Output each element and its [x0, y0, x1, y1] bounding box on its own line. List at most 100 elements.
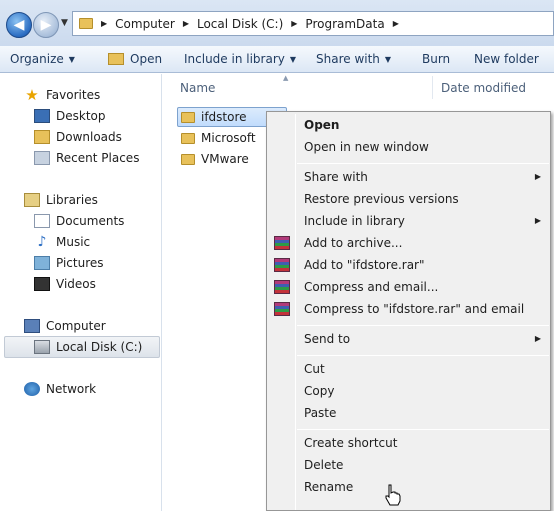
nav-label: Downloads	[56, 130, 122, 144]
organize-button[interactable]: Organize ▼	[0, 46, 98, 73]
share-label: Share with	[316, 52, 380, 66]
new-folder-button[interactable]: New folder	[464, 46, 554, 73]
folder-icon	[79, 18, 93, 29]
breadcrumb[interactable]: ▶ Computer ▶ Local Disk (C:) ▶ ProgramDa…	[72, 11, 554, 36]
network-icon	[24, 382, 40, 396]
history-dropdown-icon[interactable]: ▼	[61, 18, 68, 28]
share-with-button[interactable]: Share with ▼	[306, 46, 412, 73]
back-arrow-icon: ◀	[13, 17, 25, 33]
hand-cursor-icon	[385, 484, 401, 506]
nav-label: Recent Places	[56, 151, 140, 165]
nav-pictures[interactable]: Pictures	[34, 253, 104, 273]
nav-desktop[interactable]: Desktop	[34, 106, 106, 126]
menu-item-add-to-archive[interactable]: Add to archive...	[304, 236, 402, 250]
menu-item-send-to[interactable]: Send to	[304, 332, 350, 346]
nav-label: Computer	[46, 319, 106, 333]
crumb-arrow-icon[interactable]: ▶	[393, 19, 399, 28]
menu-item-cut[interactable]: Cut	[304, 362, 325, 376]
context-menu: Open Open in new window Share with ▶ Res…	[266, 111, 551, 511]
recent-places-icon	[34, 151, 50, 165]
address-bar-region: ◀ ▶ ▼ ▶ Computer ▶ Local Disk (C:) ▶ Pro…	[0, 0, 554, 46]
nav-label: Desktop	[56, 109, 106, 123]
file-name: VMware	[201, 152, 249, 166]
nav-recent-places[interactable]: Recent Places	[34, 148, 139, 168]
organize-label: Organize	[10, 52, 64, 66]
winrar-icon	[274, 302, 290, 316]
menu-item-share-with[interactable]: Share with	[304, 170, 368, 184]
open-button[interactable]: Open	[98, 46, 174, 73]
nav-label: Videos	[56, 277, 96, 291]
include-in-library-button[interactable]: Include in library ▼	[174, 46, 306, 73]
desktop-icon	[34, 109, 50, 123]
column-name-header[interactable]: Name	[180, 81, 215, 95]
nav-favorites[interactable]: ★ Favorites	[24, 85, 100, 105]
menu-item-open[interactable]: Open	[304, 118, 339, 132]
menu-item-copy[interactable]: Copy	[304, 384, 334, 398]
menu-item-rename[interactable]: Rename	[304, 480, 353, 494]
crumb-programdata[interactable]: ProgramData	[305, 17, 384, 31]
computer-icon	[24, 319, 40, 333]
folder-icon	[181, 153, 195, 165]
column-divider[interactable]	[432, 76, 433, 99]
menu-item-create-shortcut[interactable]: Create shortcut	[304, 436, 397, 450]
winrar-icon	[274, 280, 290, 294]
nav-label: Network	[46, 382, 97, 396]
include-label: Include in library	[184, 52, 285, 66]
pictures-icon	[34, 256, 50, 270]
nav-label: Libraries	[46, 193, 98, 207]
list-item[interactable]: ifdstore	[181, 107, 247, 127]
file-name: ifdstore	[201, 110, 247, 124]
nav-videos[interactable]: Videos	[34, 274, 96, 294]
libraries-icon	[24, 193, 40, 207]
submenu-arrow-icon: ▶	[534, 172, 541, 181]
nav-label: Music	[56, 235, 91, 249]
burn-button[interactable]: Burn	[412, 46, 464, 73]
nav-computer[interactable]: Computer	[24, 316, 106, 336]
nav-music[interactable]: ♪ Music	[34, 232, 91, 252]
menu-item-open-new-window[interactable]: Open in new window	[304, 140, 429, 154]
menu-separator	[297, 163, 549, 164]
menu-item-include-in-library[interactable]: Include in library	[304, 214, 405, 228]
nav-downloads[interactable]: Downloads	[34, 127, 122, 147]
documents-icon	[34, 214, 50, 228]
crumb-arrow-icon[interactable]: ▶	[291, 19, 297, 28]
open-folder-icon	[108, 53, 124, 65]
menu-item-add-to-rar[interactable]: Add to "ifdstore.rar"	[304, 258, 425, 272]
navigation-pane: ★ Favorites Desktop Downloads Recent Plac…	[0, 74, 162, 511]
menu-item-paste[interactable]: Paste	[304, 406, 336, 420]
new-folder-label: New folder	[474, 52, 539, 66]
dropdown-arrow-icon: ▼	[289, 54, 296, 64]
menu-gutter	[295, 114, 296, 510]
column-header-row: ▲ Name Date modified	[163, 74, 554, 101]
menu-item-delete[interactable]: Delete	[304, 458, 343, 472]
crumb-computer[interactable]: Computer	[115, 17, 175, 31]
crumb-local-disk[interactable]: Local Disk (C:)	[197, 17, 283, 31]
forward-arrow-icon: ▶	[40, 17, 52, 33]
folder-icon	[181, 111, 195, 123]
menu-item-compress-email[interactable]: Compress and email...	[304, 280, 438, 294]
nav-documents[interactable]: Documents	[34, 211, 124, 231]
menu-separator	[297, 429, 549, 430]
forward-button[interactable]: ▶	[33, 12, 59, 38]
nav-libraries[interactable]: Libraries	[24, 190, 98, 210]
nav-label: Favorites	[46, 88, 101, 102]
crumb-arrow-icon[interactable]: ▶	[183, 19, 189, 28]
nav-local-disk[interactable]: Local Disk (C:)	[34, 337, 142, 357]
folder-icon	[181, 132, 195, 144]
submenu-arrow-icon: ▶	[534, 334, 541, 343]
menu-item-compress-rar-email[interactable]: Compress to "ifdstore.rar" and email	[304, 302, 524, 316]
column-date-header[interactable]: Date modified	[441, 81, 526, 95]
menu-separator	[297, 355, 549, 356]
sort-indicator-icon: ▲	[283, 74, 289, 82]
list-item[interactable]: VMware	[181, 149, 249, 169]
command-bar: Organize ▼ Open Include in library ▼ Share…	[0, 46, 554, 73]
menu-separator	[297, 325, 549, 326]
downloads-folder-icon	[34, 130, 50, 144]
list-item[interactable]: Microsoft	[181, 128, 256, 148]
winrar-icon	[274, 236, 290, 250]
back-button[interactable]: ◀	[6, 12, 32, 38]
nav-label: Local Disk (C:)	[56, 340, 143, 354]
nav-network[interactable]: Network	[24, 379, 96, 399]
crumb-arrow-icon[interactable]: ▶	[101, 19, 107, 28]
menu-item-restore-previous[interactable]: Restore previous versions	[304, 192, 459, 206]
